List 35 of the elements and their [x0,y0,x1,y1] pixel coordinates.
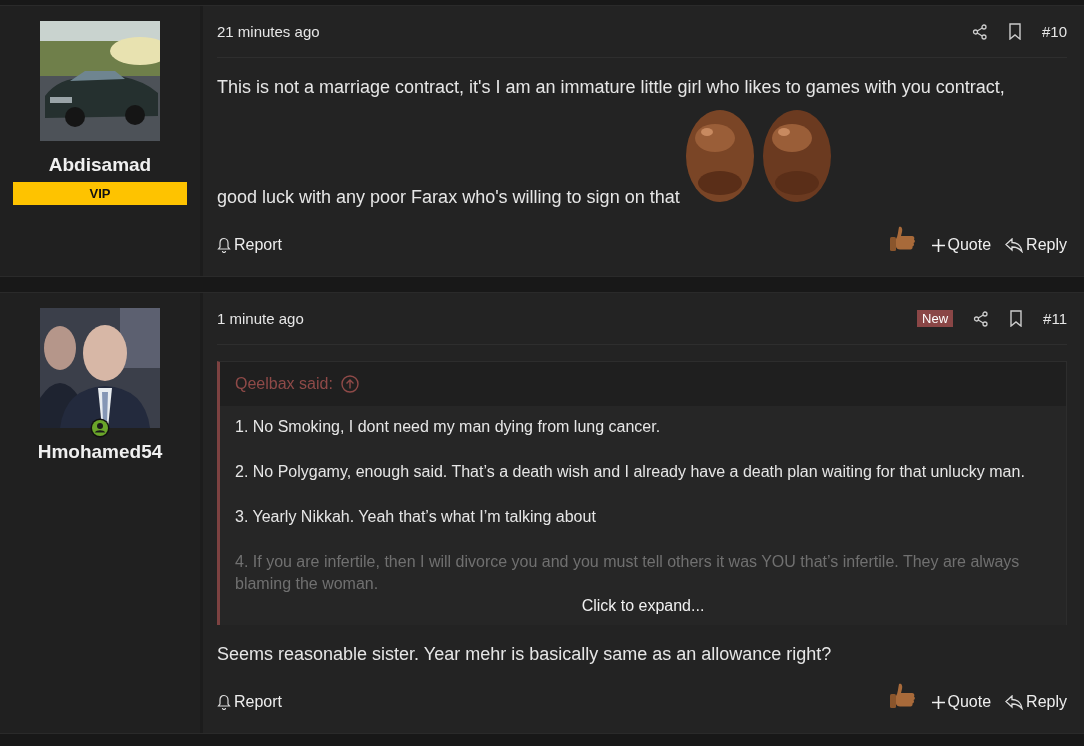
share-icon[interactable] [971,23,988,40]
post-text: This is not a marriage contract, it's I am an immature little girl who likes to games with you contract, [217,77,1005,97]
username[interactable]: Abdisamad [48,154,152,176]
share-icon[interactable] [973,310,990,327]
reply-link[interactable]: Reply [1005,693,1067,711]
quote-text: 4. If you are infertile, then I will divorce you and you must tell others it was YOU that’s infertile. They are always blaming the woman. [235,552,1021,594]
post-text: Seems reasonable sister. Year mehr is basically same as an allowance right? [217,644,832,664]
bell-icon [217,694,231,710]
quote-link[interactable]: Quote [931,236,992,254]
quote-text: 1. No Smoking, I dont need my man dying from lung cancer. [235,417,662,437]
reply-icon [1005,237,1024,253]
quote-link[interactable]: Quote [931,693,992,711]
username[interactable]: Hmohamed54 [37,441,163,463]
quote-text: 3. Yearly Nikkah. Yeah that’s what I’m talking about [235,507,597,527]
post-number[interactable]: #10 [1041,23,1067,40]
post-time[interactable]: 21 minutes ago [217,23,320,40]
reply-icon [1005,694,1024,710]
bookmark-icon[interactable] [1007,23,1022,40]
reply-link[interactable]: Reply [1005,236,1067,254]
user-banner: VIP [13,182,187,205]
plus-icon [931,695,945,709]
thumbs-up-icon[interactable] [887,224,918,254]
post-text: good luck with any poor Farax who's willing to sign on that [217,187,681,207]
new-badge: New [917,310,954,327]
thumbs-up-icon[interactable] [887,681,918,711]
quote-text: 2. No Polygamy, enough said. That’s a death wish and I already have a death plan waiting for that unlucky man. [235,462,1026,482]
bell-icon [217,237,231,253]
post-number[interactable]: #11 [1043,310,1067,327]
bookmark-icon[interactable] [1009,310,1024,327]
report-link[interactable]: Report [217,236,283,254]
plus-icon [931,238,945,252]
post-time[interactable]: 1 minute ago [217,310,304,327]
arrow-up-icon[interactable] [340,375,359,393]
report-link[interactable]: Report [217,693,283,711]
expand-link[interactable]: Click to expand... [581,595,705,625]
